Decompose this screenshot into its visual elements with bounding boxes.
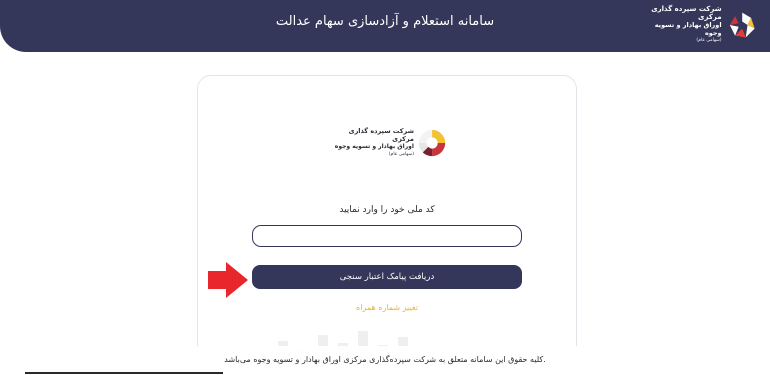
national-code-input[interactable] [252, 225, 522, 247]
footer: .کلیه حقوق این سامانه متعلق به شرکت سپرد… [0, 346, 770, 375]
send-verification-sms-button[interactable]: دریافت پیامک اعتبار سنجی [252, 265, 522, 289]
logo-line2: اوراق بهادار و تسویه وجوه [654, 21, 722, 37]
copyright-text: .کلیه حقوق این سامانه متعلق به شرکت سپرد… [224, 355, 546, 364]
footer-divider [25, 372, 223, 374]
header-logo[interactable]: شرکت سپرده گذاری مرکزی اوراق بهادار و تس… [636, 5, 756, 45]
card-logo: شرکت سپرده گذاری مرکزی اوراق بهادار و تس… [330, 126, 448, 160]
login-card: شرکت سپرده گذاری مرکزی اوراق بهادار و تس… [197, 75, 577, 365]
company-emblem-icon [418, 129, 446, 157]
logo-line1: شرکت سپرده گذاری مرکزی [348, 127, 414, 143]
logo-line2: اوراق بهادار و تسویه وجوه [334, 143, 414, 150]
card-logo-text: شرکت سپرده گذاری مرکزی اوراق بهادار و تس… [330, 127, 414, 159]
company-emblem-icon [729, 12, 755, 38]
logo-line3: (سهامی عام) [696, 38, 722, 43]
change-phone-number-link[interactable]: تغییر شماره همراه [198, 303, 576, 312]
national-code-prompt: کد ملی خود را وارد نمایید [339, 205, 435, 215]
header-logo-text: شرکت سپرده گذاری مرکزی اوراق بهادار و تس… [636, 5, 722, 45]
header-bar: سامانه استعلام و آزادسازی سهام عدالت شرک… [0, 0, 770, 52]
logo-line1: شرکت سپرده گذاری مرکزی [651, 5, 722, 21]
logo-line3: (سهامی عام) [388, 152, 414, 157]
red-arrow-icon [208, 262, 248, 298]
